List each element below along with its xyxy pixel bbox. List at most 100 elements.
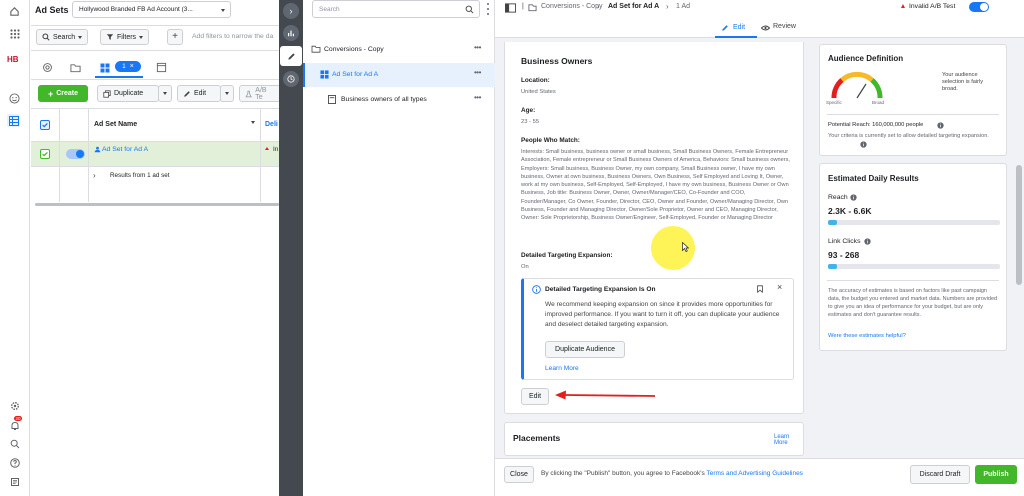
- tab-review[interactable]: Review: [757, 19, 801, 38]
- report-icon[interactable]: [8, 475, 21, 488]
- create-button[interactable]: + Create: [38, 85, 88, 102]
- discard-draft-button[interactable]: Discard Draft: [910, 465, 970, 484]
- more-icon[interactable]: •••: [474, 43, 481, 52]
- close-button[interactable]: Close: [504, 466, 534, 483]
- page-title: Ad Sets: [35, 5, 69, 15]
- tree-item-ad[interactable]: Business owners of all types •••: [303, 88, 495, 112]
- audience-title: Business Owners: [521, 56, 593, 66]
- history-button[interactable]: [283, 71, 299, 87]
- search-icon[interactable]: [8, 437, 21, 450]
- col-name-header[interactable]: Ad Set Name: [94, 121, 137, 128]
- info-icon[interactable]: [850, 194, 857, 201]
- terms-link[interactable]: Terms and Advertising Guidelines: [706, 470, 802, 477]
- editor-panel: | Conversions - Copy › Ad Set for Ad A ›…: [495, 0, 1024, 496]
- account-selector[interactable]: Hollywood Branded FB Ad Account (3...: [72, 1, 231, 18]
- flask-icon: [245, 90, 252, 97]
- match-label: People Who Match:: [521, 137, 580, 144]
- clicks-bar: [828, 264, 1000, 269]
- notice-body: We recommend keeping expansion on since …: [545, 301, 780, 328]
- account-logo[interactable]: HB: [7, 55, 19, 64]
- more-icon[interactable]: •••: [474, 93, 481, 102]
- definition-title: Audience Definition: [828, 54, 904, 63]
- sidebar-toggle-icon[interactable]: [505, 3, 516, 13]
- publish-button[interactable]: Publish: [975, 465, 1017, 484]
- add-filter-button[interactable]: +: [167, 29, 183, 45]
- edit-dropdown[interactable]: [220, 85, 234, 102]
- table-icon[interactable]: [7, 114, 20, 127]
- selected-chip[interactable]: 1 ×: [115, 61, 141, 72]
- row-toggle[interactable]: [66, 149, 85, 159]
- bookmark-icon[interactable]: [756, 285, 764, 293]
- tree-item-adset[interactable]: Ad Set for Ad A •••: [303, 63, 495, 87]
- col-delivery-header[interactable]: Deli: [265, 121, 278, 128]
- apps-grid-icon[interactable]: [8, 27, 21, 40]
- info-icon[interactable]: [860, 141, 867, 148]
- learn-more-link[interactable]: Learn More: [545, 365, 579, 372]
- audience-definition-card: Audience Definition Specific Broad Your …: [819, 44, 1007, 156]
- eye-icon: [761, 25, 770, 31]
- tree-search-input[interactable]: Search: [312, 0, 480, 18]
- tab-review-label: Review: [773, 23, 796, 30]
- tab-edit[interactable]: Edit: [715, 19, 757, 38]
- more-icon[interactable]: [487, 3, 490, 15]
- charts-button[interactable]: [283, 25, 299, 41]
- select-all-checkbox[interactable]: [40, 120, 50, 130]
- settings-icon[interactable]: [8, 399, 21, 412]
- editor-toolbar: ›: [279, 0, 303, 496]
- plus-icon: +: [172, 31, 178, 42]
- campaign-label: Conversions - Copy: [324, 46, 384, 53]
- row-adset-name[interactable]: Ad Set for Ad A: [102, 146, 148, 153]
- horizontal-scrollbar[interactable]: [35, 203, 279, 206]
- global-nav: HB 20: [0, 0, 30, 496]
- col-divider: [88, 109, 89, 141]
- notice-title: Detailed Targeting Expansion Is On: [545, 286, 656, 293]
- breadcrumb-campaign[interactable]: Conversions - Copy: [541, 3, 602, 10]
- close-icon[interactable]: ×: [777, 282, 782, 292]
- edit-audience-button[interactable]: Edit: [521, 388, 549, 405]
- table-row[interactable]: Ad Set for Ad A In: [31, 142, 279, 166]
- sort-chevron-icon[interactable]: [251, 121, 255, 124]
- clicks-value: 93 - 268: [828, 250, 860, 260]
- reach-bar: [828, 220, 1000, 225]
- vertical-scrollbar[interactable]: [1016, 165, 1022, 285]
- folder-tab-icon[interactable]: [69, 61, 82, 74]
- info-icon[interactable]: [937, 122, 944, 129]
- location-label: Location:: [521, 77, 550, 84]
- helpful-link[interactable]: Were these estimates helpful?: [828, 333, 906, 339]
- info-icon[interactable]: [864, 238, 871, 245]
- filter-input[interactable]: Add filters to narrow the da: [192, 33, 278, 40]
- chevron-right-icon[interactable]: ›: [93, 171, 96, 180]
- campaigns-tab-icon[interactable]: [41, 61, 54, 74]
- edit-mode-button[interactable]: [280, 46, 302, 66]
- cursor-icon: [682, 242, 689, 252]
- home-icon[interactable]: [8, 5, 21, 18]
- person-icon: [94, 146, 101, 153]
- age-value: 23 - 55: [521, 119, 540, 125]
- create-label: Create: [56, 90, 79, 97]
- ads-tab-icon[interactable]: [155, 61, 168, 74]
- clicks-bar-fill: [828, 264, 837, 269]
- ab-test-label: A/B Te: [255, 86, 267, 101]
- breadcrumb-adset[interactable]: Ad Set for Ad A: [608, 3, 659, 10]
- filters-button[interactable]: Filters: [100, 29, 150, 45]
- close-icon[interactable]: ×: [130, 63, 134, 70]
- duplicate-button[interactable]: Duplicate: [97, 85, 159, 102]
- placements-card: Placements Learn More: [504, 422, 804, 456]
- collapse-button[interactable]: ›: [283, 3, 299, 19]
- edit-button[interactable]: Edit: [177, 85, 221, 102]
- breadcrumb-ad[interactable]: 1 Ad: [676, 3, 690, 10]
- placements-learn-more-link[interactable]: Learn More: [774, 434, 803, 446]
- editor-header: | Conversions - Copy › Ad Set for Ad A ›…: [495, 0, 1024, 38]
- duplicate-dropdown[interactable]: [158, 85, 172, 102]
- search-button[interactable]: Search: [36, 29, 89, 45]
- pencil-icon: [722, 25, 728, 31]
- help-icon[interactable]: [8, 456, 21, 469]
- row-checkbox[interactable]: [40, 149, 50, 159]
- tree-item-campaign[interactable]: Conversions - Copy •••: [303, 37, 495, 61]
- duplicate-audience-button[interactable]: Duplicate Audience: [545, 341, 625, 358]
- adsets-tab[interactable]: 1 ×: [95, 57, 143, 78]
- more-icon[interactable]: •••: [474, 68, 481, 77]
- smiley-icon[interactable]: [8, 92, 21, 105]
- ab-test-button[interactable]: A/B Te: [239, 85, 279, 102]
- ab-test-toggle[interactable]: [969, 2, 989, 12]
